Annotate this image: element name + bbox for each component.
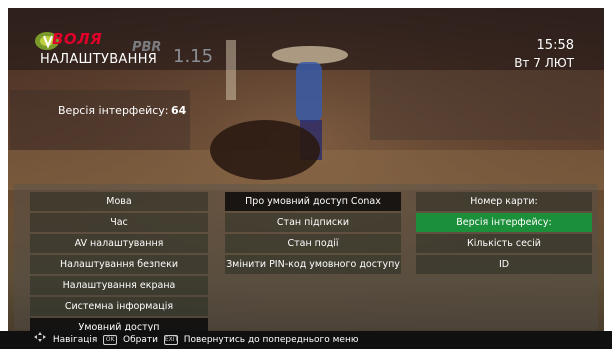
conax-info-menu: Номер карти: Версія інтерфейсу: Кількіст… xyxy=(416,192,592,276)
menu-item-system-info[interactable]: Системна інформація xyxy=(30,297,208,316)
navigation-hint: Навігація xyxy=(52,335,98,345)
channel-number: 1.15 xyxy=(173,46,214,67)
menu-item-av-settings[interactable]: AV налаштування xyxy=(30,234,208,253)
menu-item-time[interactable]: Час xyxy=(30,213,208,232)
menu-item-event-status[interactable]: Стан події xyxy=(225,234,401,253)
brand-name: ВОЛЯ xyxy=(52,30,103,48)
menu-item-language[interactable]: Мова xyxy=(30,192,208,211)
version-value: 64 xyxy=(171,104,187,117)
menu-item-session-count[interactable]: Кількість сесій xyxy=(416,234,592,253)
menu-item-security[interactable]: Налаштування безпеки xyxy=(30,255,208,274)
hint-bar: Навігація OK Обрати EXIT Повернутись до … xyxy=(0,331,612,349)
menu-item-subscription-status[interactable]: Стан підписки xyxy=(225,213,401,232)
date: Вт 7 ЛЮТ xyxy=(514,56,574,70)
navigation-icon xyxy=(34,331,46,349)
menu-item-interface-version[interactable]: Версія інтерфейсу: xyxy=(416,213,592,232)
page-title: НАЛАШТУВАННЯ xyxy=(40,52,158,67)
menu-item-change-pin[interactable]: Змінити PIN-код умовного доступу xyxy=(225,255,401,274)
menu-item-card-number[interactable]: Номер карти: xyxy=(416,192,592,211)
back-hint: Повернутись до попереднього меню xyxy=(183,335,359,345)
ok-key-icon: OK xyxy=(103,335,118,345)
clock: 15:58 xyxy=(536,38,574,53)
exit-key-icon: EXIT xyxy=(163,335,179,345)
settings-menu: Мова Час AV налаштування Налаштування бе… xyxy=(30,192,208,339)
menu-item-screen[interactable]: Налаштування екрана xyxy=(30,276,208,295)
select-hint: Обрати xyxy=(123,335,158,345)
conditional-access-menu: Про умовний доступ Conax Стан підписки С… xyxy=(225,192,401,276)
menu-item-id[interactable]: ID xyxy=(416,255,592,274)
tv-screen: ВОЛЯ PBR 1.15 НАЛАШТУВАННЯ 15:58 Вт 7 ЛЮ… xyxy=(0,0,612,349)
menu-item-about-conax[interactable]: Про умовний доступ Conax xyxy=(225,192,401,211)
version-label: Версія інтерфейсу: xyxy=(58,104,169,117)
